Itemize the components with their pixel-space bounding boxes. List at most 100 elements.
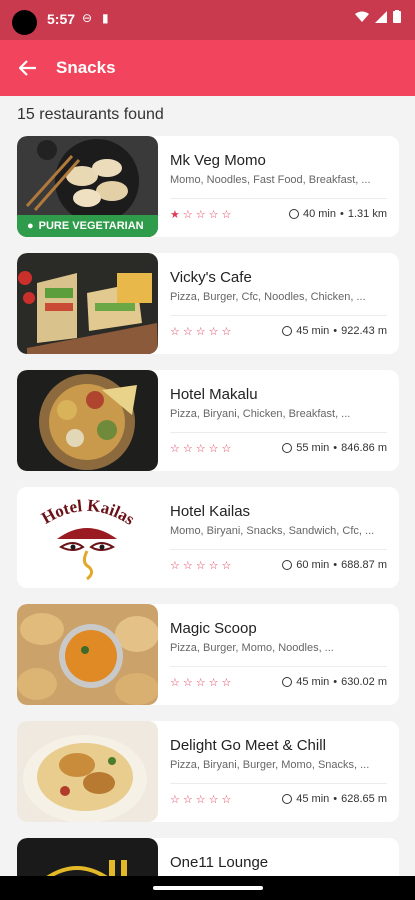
divider (170, 198, 387, 199)
star-empty-icon: ☆ (170, 677, 180, 689)
restaurant-name: Vicky's Cafe (170, 269, 252, 286)
star-empty-icon: ☆ (221, 326, 232, 338)
distance: 1.31 km (347, 208, 387, 220)
clock-icon (288, 209, 299, 219)
separator-dot: • (340, 208, 344, 220)
star-rating: ☆ ☆ ☆ ☆ ☆ (170, 676, 231, 689)
separator-dot: • (333, 559, 338, 571)
restaurant-card[interactable]: Magic Scoop Pizza, Burger, Momo, Noodles… (17, 604, 399, 705)
star-empty-icon: ☆ (208, 326, 219, 338)
restaurant-card[interactable]: ● PURE VEGETARIAN Mk Veg Momo Momo, Nood… (17, 136, 399, 237)
restaurant-image (17, 721, 158, 822)
delivery-meta: 45 min • 628.65 m (282, 793, 387, 805)
restaurant-card[interactable]: Vicky's Cafe Pizza, Burger, Cfc, Noodles… (17, 253, 399, 354)
star-rating: ☆ ☆ ☆ ☆ ☆ (170, 325, 231, 338)
star-empty-icon: ☆ (182, 209, 193, 221)
back-button[interactable] (0, 40, 56, 96)
restaurant-card[interactable]: Hotel Makalu Pizza, Biryani, Chicken, Br… (17, 370, 399, 471)
star-empty-icon: ☆ (182, 443, 193, 455)
star-empty-icon: ☆ (195, 209, 206, 221)
star-empty-icon: ☆ (195, 560, 206, 572)
arrow-left-icon (19, 60, 36, 76)
star-empty-icon: ☆ (208, 443, 219, 455)
star-empty-icon: ☆ (182, 794, 193, 806)
signal-icon (375, 10, 387, 23)
divider (170, 666, 387, 667)
divider (170, 549, 387, 550)
star-empty-icon: ☆ (170, 326, 180, 338)
restaurant-cuisines: Momo, Noodles, Fast Food, Breakfast, ... (170, 174, 371, 186)
star-empty-icon: ☆ (221, 677, 232, 689)
delivery-meta: 40 min • 1.31 km (288, 208, 387, 220)
sim-card-icon: ▮ (102, 11, 109, 25)
battery-icon (393, 10, 401, 23)
delivery-time: 45 min (296, 676, 330, 688)
page-title: Snacks (56, 58, 116, 77)
delivery-time: 45 min (296, 793, 330, 805)
clock-icon (282, 443, 293, 453)
restaurant-name: Delight Go Meet & Chill (170, 737, 326, 754)
restaurant-image (17, 370, 158, 471)
star-rating: ☆ ☆ ☆ ☆ ☆ (170, 793, 231, 806)
clock-icon (282, 794, 293, 804)
pure-veg-label: PURE VEGETARIAN (38, 220, 144, 232)
star-empty-icon: ☆ (221, 443, 232, 455)
restaurant-card[interactable]: Hotel Kailas Hotel Kailas Momo, Biryani,… (17, 487, 399, 588)
restaurant-image (17, 253, 158, 354)
restaurant-name: Hotel Makalu (170, 386, 258, 403)
divider (170, 315, 387, 316)
status-time: 5:57 (47, 11, 76, 27)
star-rating: ☆ ☆ ☆ ☆ ☆ (170, 442, 231, 455)
distance: 630.02 m (341, 676, 387, 688)
star-empty-icon: ☆ (195, 326, 206, 338)
delivery-meta: 55 min • 846.86 m (282, 442, 387, 454)
delivery-time: 55 min (296, 442, 330, 454)
restaurant-cuisines: Pizza, Biryani, Burger, Momo, Snacks, ..… (170, 759, 370, 771)
restaurant-cuisines: Momo, Biryani, Snacks, Sandwich, Cfc, ..… (170, 525, 375, 537)
star-filled-icon: ★ (170, 209, 180, 221)
star-empty-icon: ☆ (208, 209, 219, 221)
star-empty-icon: ☆ (221, 209, 232, 221)
do-not-disturb-icon: ⊖ (82, 11, 93, 25)
distance: 846.86 m (341, 442, 387, 454)
star-empty-icon: ☆ (182, 677, 193, 689)
delivery-meta: 60 min • 688.87 m (282, 559, 387, 571)
app-bar: Snacks (0, 40, 415, 96)
pure-veg-badge: ● PURE VEGETARIAN (17, 215, 158, 237)
star-empty-icon: ☆ (195, 677, 206, 689)
restaurant-name: Hotel Kailas (170, 503, 251, 520)
leaf-icon: ● (27, 220, 34, 232)
distance: 922.43 m (341, 325, 387, 337)
star-empty-icon: ☆ (221, 560, 232, 572)
star-empty-icon: ☆ (208, 794, 219, 806)
star-empty-icon: ☆ (221, 794, 232, 806)
wifi-icon (355, 11, 369, 22)
restaurant-name: One11 Lounge (170, 854, 269, 871)
star-empty-icon: ☆ (182, 326, 193, 338)
restaurant-name: Magic Scoop (170, 620, 257, 637)
restaurant-cuisines: Pizza, Biryani, Chicken, Breakfast, ... (170, 408, 351, 420)
star-empty-icon: ☆ (182, 560, 193, 572)
star-empty-icon: ☆ (195, 794, 206, 806)
results-count: 15 restaurants found (17, 106, 164, 123)
star-empty-icon: ☆ (195, 443, 206, 455)
star-rating: ★ ☆ ☆ ☆ ☆ (170, 208, 231, 221)
delivery-time: 45 min (296, 325, 330, 337)
star-empty-icon: ☆ (170, 443, 180, 455)
star-empty-icon: ☆ (170, 560, 180, 572)
divider (170, 783, 387, 784)
home-gesture-handle[interactable] (153, 886, 263, 890)
restaurant-name: Mk Veg Momo (170, 152, 266, 169)
star-empty-icon: ☆ (208, 560, 219, 572)
distance: 628.65 m (341, 793, 387, 805)
star-rating: ☆ ☆ ☆ ☆ ☆ (170, 559, 231, 572)
restaurant-cuisines: Pizza, Burger, Cfc, Noodles, Chicken, ..… (170, 291, 366, 303)
clock-icon (282, 560, 293, 570)
restaurant-card[interactable]: Delight Go Meet & Chill Pizza, Biryani, … (17, 721, 399, 822)
delivery-time: 60 min (296, 559, 330, 571)
star-empty-icon: ☆ (208, 677, 219, 689)
separator-dot: • (333, 676, 338, 688)
delivery-meta: 45 min • 922.43 m (282, 325, 387, 337)
system-nav-bar (0, 876, 415, 900)
restaurant-cuisines: Pizza, Burger, Momo, Noodles, ... (170, 642, 334, 654)
